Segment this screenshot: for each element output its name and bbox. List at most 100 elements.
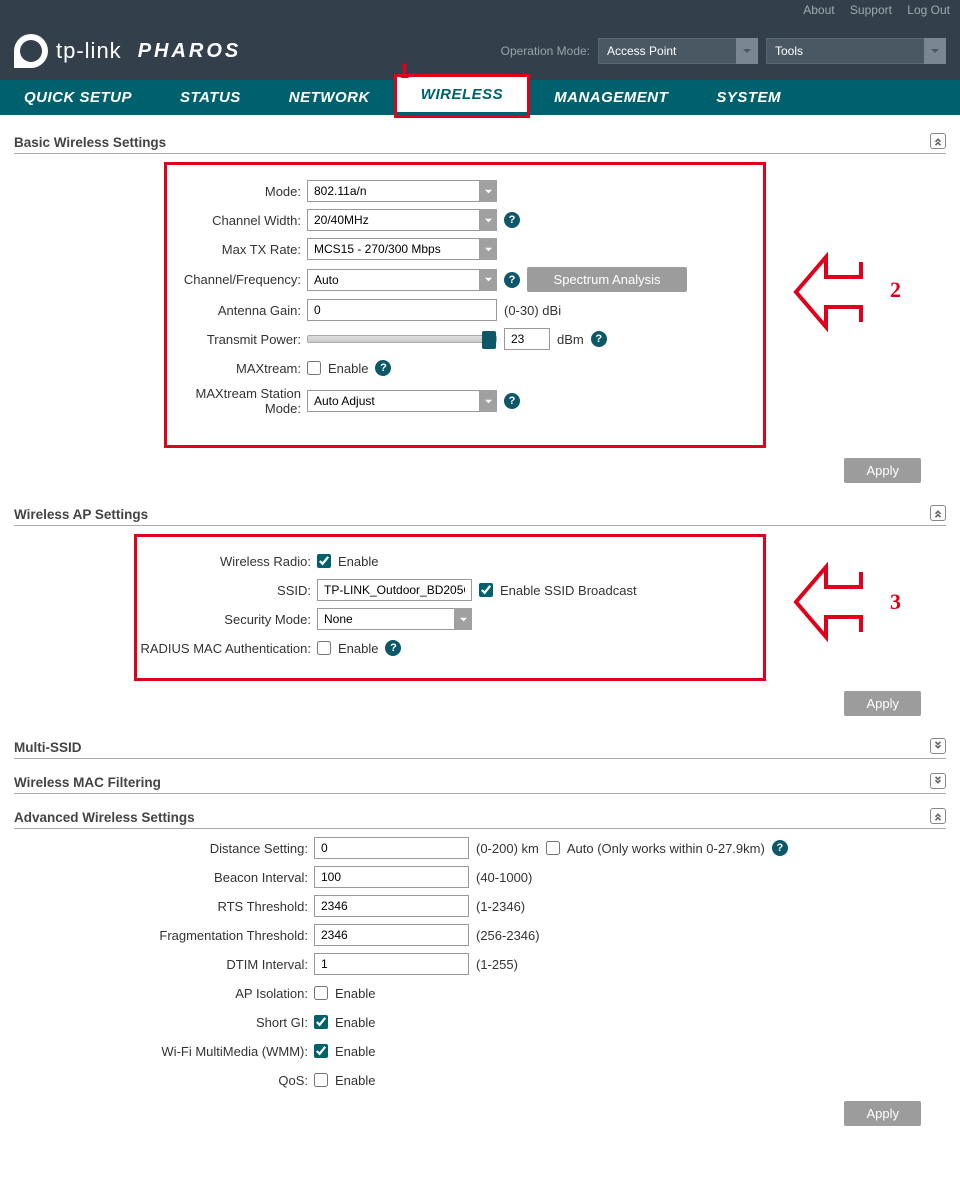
qos-label: QoS: bbox=[14, 1073, 314, 1088]
collapse-toggle[interactable] bbox=[930, 808, 946, 824]
annotation-3: 3 bbox=[890, 589, 901, 615]
nav-network[interactable]: NETWORK bbox=[265, 80, 394, 115]
highlight-box-3: Wireless Radio: Enable SSID: Enable SSID… bbox=[134, 534, 766, 681]
expand-toggle[interactable] bbox=[930, 773, 946, 789]
operation-mode-label: Operation Mode: bbox=[501, 44, 590, 58]
about-link[interactable]: About bbox=[803, 3, 834, 17]
logo-mark-icon bbox=[14, 34, 48, 68]
annotation-arrow-2 bbox=[791, 252, 881, 332]
section-multi-ssid: Multi-SSID bbox=[14, 740, 946, 759]
transmit-power-slider[interactable] bbox=[307, 335, 497, 343]
dtim-hint: (1-255) bbox=[476, 957, 518, 972]
nav-management[interactable]: MANAGEMENT bbox=[530, 80, 692, 115]
antenna-gain-hint: (0-30) dBi bbox=[504, 303, 561, 318]
brand-logo: tp-link PHAROS bbox=[14, 34, 241, 68]
transmit-power-unit: dBm bbox=[557, 332, 584, 347]
annotation-1: 1 bbox=[399, 58, 410, 84]
collapse-toggle[interactable] bbox=[930, 133, 946, 149]
help-icon[interactable]: ? bbox=[772, 840, 788, 856]
max-tx-rate-label: Max TX Rate: bbox=[167, 242, 307, 257]
main-nav: QUICK SETUP STATUS NETWORK WIRELESS MANA… bbox=[0, 80, 960, 115]
fragmentation-threshold-label: Fragmentation Threshold: bbox=[14, 928, 314, 943]
security-mode-select[interactable]: None bbox=[317, 608, 472, 630]
maxtream-station-label: MAXtream Station Mode: bbox=[167, 386, 307, 416]
wmm-label: Wi-Fi MultiMedia (WMM): bbox=[14, 1044, 314, 1059]
header: tp-link PHAROS Operation Mode: Access Po… bbox=[0, 22, 960, 80]
distance-auto-text: Auto (Only works within 0-27.9km) bbox=[567, 841, 765, 856]
antenna-gain-label: Antenna Gain: bbox=[167, 303, 307, 318]
slider-thumb[interactable] bbox=[482, 331, 496, 349]
section-ap-settings: Wireless AP Settings bbox=[14, 507, 946, 526]
short-gi-checkbox[interactable] bbox=[314, 1015, 328, 1029]
help-icon[interactable]: ? bbox=[504, 393, 520, 409]
section-mac-filtering: Wireless MAC Filtering bbox=[14, 775, 946, 794]
wireless-radio-checkbox[interactable] bbox=[317, 554, 331, 568]
nav-wireless[interactable]: WIRELESS bbox=[397, 77, 527, 112]
maxtream-label: MAXtream: bbox=[167, 361, 307, 376]
dtim-interval-label: DTIM Interval: bbox=[14, 957, 314, 972]
beacon-interval-input[interactable] bbox=[314, 866, 469, 888]
distance-setting-label: Distance Setting: bbox=[14, 841, 314, 856]
channel-frequency-select[interactable]: Auto bbox=[307, 269, 497, 291]
rts-threshold-label: RTS Threshold: bbox=[14, 899, 314, 914]
wireless-radio-enable-text: Enable bbox=[338, 554, 378, 569]
annotation-arrow-3 bbox=[791, 562, 881, 642]
nav-quick-setup[interactable]: QUICK SETUP bbox=[0, 80, 156, 115]
product-name: PHAROS bbox=[138, 40, 242, 63]
mode-select[interactable]: 802.11a/n bbox=[307, 180, 497, 202]
rts-threshold-input[interactable] bbox=[314, 895, 469, 917]
spectrum-analysis-button[interactable]: Spectrum Analysis bbox=[527, 267, 687, 292]
short-gi-enable-text: Enable bbox=[335, 1015, 375, 1030]
apply-button-basic[interactable]: Apply bbox=[844, 458, 921, 483]
ap-isolation-label: AP Isolation: bbox=[14, 986, 314, 1001]
max-tx-rate-select[interactable]: MCS15 - 270/300 Mbps bbox=[307, 238, 497, 260]
logout-link[interactable]: Log Out bbox=[907, 3, 950, 17]
brand-name: tp-link bbox=[56, 38, 122, 64]
ssid-broadcast-text: Enable SSID Broadcast bbox=[500, 583, 637, 598]
wmm-checkbox[interactable] bbox=[314, 1044, 328, 1058]
apply-button-ap[interactable]: Apply bbox=[844, 691, 921, 716]
help-icon[interactable]: ? bbox=[591, 331, 607, 347]
operation-mode-select[interactable]: Access Point bbox=[598, 38, 758, 64]
apply-button-advanced[interactable]: Apply bbox=[844, 1101, 921, 1126]
wireless-radio-label: Wireless Radio: bbox=[137, 554, 317, 569]
radius-mac-auth-enable-text: Enable bbox=[338, 641, 378, 656]
help-icon[interactable]: ? bbox=[375, 360, 391, 376]
help-icon[interactable]: ? bbox=[504, 272, 520, 288]
channel-width-select[interactable]: 20/40MHz bbox=[307, 209, 497, 231]
distance-hint: (0-200) km bbox=[476, 841, 539, 856]
qos-enable-text: Enable bbox=[335, 1073, 375, 1088]
rts-hint: (1-2346) bbox=[476, 899, 525, 914]
transmit-power-input[interactable] bbox=[504, 328, 550, 350]
beacon-interval-label: Beacon Interval: bbox=[14, 870, 314, 885]
help-icon[interactable]: ? bbox=[504, 212, 520, 228]
distance-auto-checkbox[interactable] bbox=[546, 841, 560, 855]
short-gi-label: Short GI: bbox=[14, 1015, 314, 1030]
ap-isolation-checkbox[interactable] bbox=[314, 986, 328, 1000]
dtim-interval-input[interactable] bbox=[314, 953, 469, 975]
expand-toggle[interactable] bbox=[930, 738, 946, 754]
channel-frequency-label: Channel/Frequency: bbox=[167, 272, 307, 287]
tools-select[interactable]: Tools bbox=[766, 38, 946, 64]
frag-hint: (256-2346) bbox=[476, 928, 540, 943]
annotation-2: 2 bbox=[890, 277, 901, 303]
antenna-gain-input[interactable] bbox=[307, 299, 497, 321]
qos-checkbox[interactable] bbox=[314, 1073, 328, 1087]
help-icon[interactable]: ? bbox=[385, 640, 401, 656]
radius-mac-auth-label: RADIUS MAC Authentication: bbox=[137, 641, 317, 656]
section-basic-wireless: Basic Wireless Settings bbox=[14, 135, 946, 154]
radius-mac-auth-checkbox[interactable] bbox=[317, 641, 331, 655]
fragmentation-threshold-input[interactable] bbox=[314, 924, 469, 946]
wmm-enable-text: Enable bbox=[335, 1044, 375, 1059]
ssid-broadcast-checkbox[interactable] bbox=[479, 583, 493, 597]
collapse-toggle[interactable] bbox=[930, 505, 946, 521]
support-link[interactable]: Support bbox=[850, 3, 892, 17]
maxtream-station-select[interactable]: Auto Adjust bbox=[307, 390, 497, 412]
nav-system[interactable]: SYSTEM bbox=[692, 80, 805, 115]
mode-label: Mode: bbox=[167, 184, 307, 199]
distance-setting-input[interactable] bbox=[314, 837, 469, 859]
ssid-input[interactable] bbox=[317, 579, 472, 601]
maxtream-checkbox[interactable] bbox=[307, 361, 321, 375]
ap-isolation-enable-text: Enable bbox=[335, 986, 375, 1001]
nav-status[interactable]: STATUS bbox=[156, 80, 265, 115]
